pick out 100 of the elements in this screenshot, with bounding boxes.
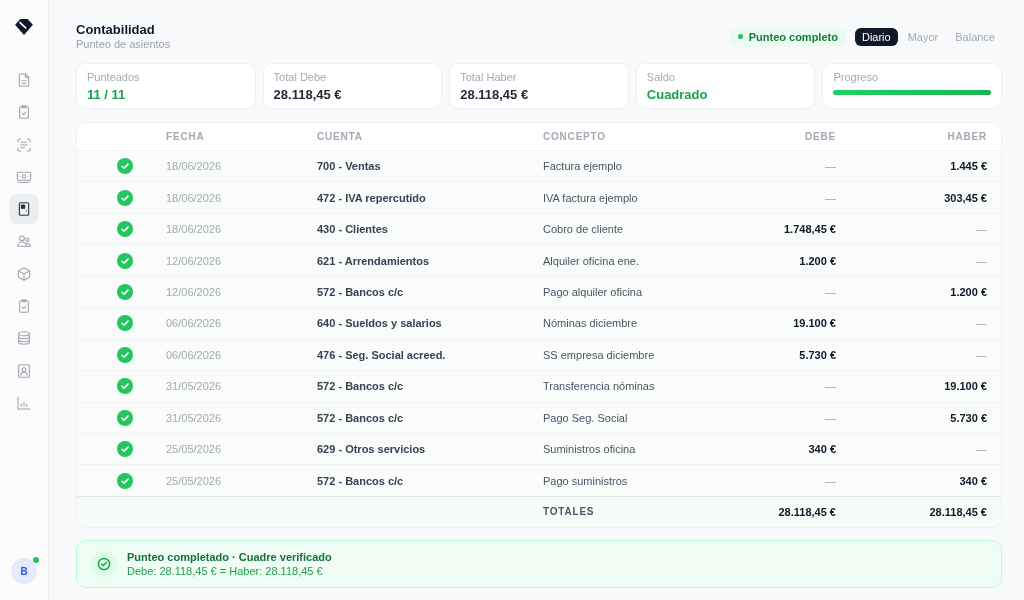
table-cell-text: 25/05/2026 bbox=[166, 442, 223, 457]
check-circle-icon[interactable] bbox=[117, 158, 133, 175]
table-cell-text: 621 - Arrendamientos bbox=[317, 253, 431, 268]
status-label: Punteo completo bbox=[748, 30, 838, 43]
total-amount: 28.118,45 € bbox=[928, 504, 987, 519]
table-cell-text: 1.445 € bbox=[949, 159, 987, 174]
table-cell-text: 1.748,45 € bbox=[783, 222, 836, 237]
check-circle-icon[interactable] bbox=[117, 346, 133, 363]
status-dot-icon bbox=[737, 34, 743, 39]
table-cell-text: 572 - Bancos c/c bbox=[317, 284, 405, 299]
column-header: HABER bbox=[946, 129, 987, 144]
totals-label: TOTALES bbox=[543, 504, 596, 519]
table-cell-text: — bbox=[824, 379, 836, 394]
table-cell-text: 340 € bbox=[958, 473, 987, 488]
table-cell-text: 18/06/2026 bbox=[166, 222, 223, 237]
user-avatar[interactable]: B bbox=[11, 558, 37, 584]
table-cell-text: — bbox=[824, 190, 836, 205]
table-cell-text: 640 - Sueldos y salarios bbox=[317, 316, 443, 331]
tab[interactable]: Diario bbox=[854, 27, 898, 46]
table-cell-text: 18/06/2026 bbox=[166, 190, 223, 205]
nav-button[interactable] bbox=[9, 194, 39, 225]
total-amount: 28.118,45 € bbox=[777, 504, 836, 519]
column-header: CONCEPTO bbox=[543, 129, 607, 144]
database-icon bbox=[16, 330, 32, 347]
table-cell-text: 06/06/2026 bbox=[166, 347, 223, 362]
table-cell-text: 700 - Ventas bbox=[317, 159, 382, 174]
table-cell-text: 572 - Bancos c/c bbox=[317, 379, 405, 394]
check-circle-icon[interactable] bbox=[117, 283, 133, 300]
table-cell-text: 572 - Bancos c/c bbox=[317, 473, 405, 488]
table-cell-text: Suministros oficina bbox=[543, 442, 637, 457]
logo-icon[interactable] bbox=[15, 19, 33, 35]
contact-card-icon bbox=[16, 362, 32, 379]
column-header: FECHA bbox=[166, 129, 206, 144]
stat-label: Progreso bbox=[833, 70, 880, 84]
bar-chart-icon bbox=[16, 394, 32, 411]
table-cell-text: 25/05/2026 bbox=[166, 473, 223, 488]
table-cell-text: 572 - Bancos c/c bbox=[317, 410, 405, 425]
table-cell-text: 1.200 € bbox=[798, 253, 836, 268]
table-cell-text: — bbox=[975, 222, 987, 237]
table-cell-text: Cobro de cliente bbox=[543, 222, 625, 237]
table-cell-text: 31/05/2026 bbox=[166, 410, 223, 425]
check-circle-icon[interactable] bbox=[117, 221, 133, 238]
stat-value: 28.118,45 € bbox=[273, 86, 343, 103]
table-cell-text: — bbox=[824, 410, 836, 425]
page-subtitle: Punteo de asientos bbox=[76, 38, 171, 51]
table-cell-text: IVA factura ejemplo bbox=[543, 190, 639, 205]
banner-detail: Debe: 28.118,45 € = Haber: 28.118,45 € bbox=[127, 563, 324, 578]
table-cell-text: 06/06/2026 bbox=[166, 316, 223, 331]
page-title: Contabilidad bbox=[76, 22, 156, 38]
check-circle-icon[interactable] bbox=[117, 378, 133, 395]
table-cell-text: Factura ejemplo bbox=[543, 159, 623, 174]
table-cell-text: 340 € bbox=[807, 442, 836, 457]
table-cell-text: — bbox=[975, 316, 987, 331]
table-cell-text: 19.100 € bbox=[792, 316, 836, 331]
table-cell-text: Transferencia nóminas bbox=[543, 379, 656, 394]
check-circle-icon[interactable] bbox=[117, 315, 133, 332]
table-cell-text: — bbox=[824, 284, 836, 299]
table-cell-text: 629 - Otros servicios bbox=[317, 442, 427, 457]
check-circle-icon[interactable] bbox=[117, 472, 133, 489]
table-cell-text: 5.730 € bbox=[949, 410, 987, 425]
table-cell-text: — bbox=[975, 253, 987, 268]
table-cell-text: — bbox=[975, 442, 987, 457]
stat-label: Saldo bbox=[646, 70, 676, 84]
table-cell-text: SS empresa diciembre bbox=[543, 347, 656, 362]
table-cell-text: Pago Seg. Social bbox=[543, 410, 629, 425]
column-header: CUENTA bbox=[317, 129, 364, 144]
users-icon bbox=[16, 233, 32, 250]
table-cell-text: 476 - Seg. Social acreed. bbox=[317, 347, 447, 362]
column-header: DEBE bbox=[804, 129, 836, 144]
table-cell-text: 303,45 € bbox=[943, 190, 987, 205]
table-cell-text: Alquiler oficina ene. bbox=[543, 253, 640, 268]
check-circle-icon[interactable] bbox=[117, 409, 133, 426]
stat-value: 28.118,45 € bbox=[460, 86, 530, 103]
table-cell-text: — bbox=[824, 159, 836, 174]
table-cell-text: 18/06/2026 bbox=[166, 159, 223, 174]
clipboard-check-icon bbox=[16, 298, 32, 315]
stat-value: Cuadrado bbox=[646, 86, 709, 103]
scan-text-icon bbox=[16, 136, 32, 153]
check-circle-icon[interactable] bbox=[117, 252, 133, 269]
table-cell-text: 31/05/2026 bbox=[166, 379, 223, 394]
table-cell-text: 1.200 € bbox=[949, 284, 987, 299]
table-cell-text: 5.730 € bbox=[798, 347, 836, 362]
stat-label: Total Haber bbox=[460, 70, 518, 84]
banner-title: Punteo completado · Cuadre verificado bbox=[127, 549, 332, 564]
cube-icon bbox=[16, 265, 32, 282]
table-cell-text: 12/06/2026 bbox=[166, 284, 223, 299]
clipboard-check-icon bbox=[16, 104, 32, 121]
table-cell-text: 12/06/2026 bbox=[166, 253, 223, 268]
stat-value: 11 / 11 bbox=[87, 86, 127, 103]
check-circle-icon[interactable] bbox=[117, 189, 133, 206]
table-cell-text: — bbox=[824, 473, 836, 488]
stat-label: Punteados bbox=[87, 70, 141, 84]
table-cell-text: Pago suministros bbox=[543, 473, 629, 488]
table-cell-text: 472 - IVA repercutido bbox=[317, 190, 427, 205]
table-cell-text: — bbox=[975, 347, 987, 362]
table-cell-text: 19.100 € bbox=[943, 379, 987, 394]
table-cell-text: Pago alquiler oficina bbox=[543, 284, 644, 299]
file-text-icon bbox=[16, 72, 32, 88]
stat-label: Total Debe bbox=[273, 70, 328, 84]
check-circle-icon[interactable] bbox=[117, 441, 133, 458]
